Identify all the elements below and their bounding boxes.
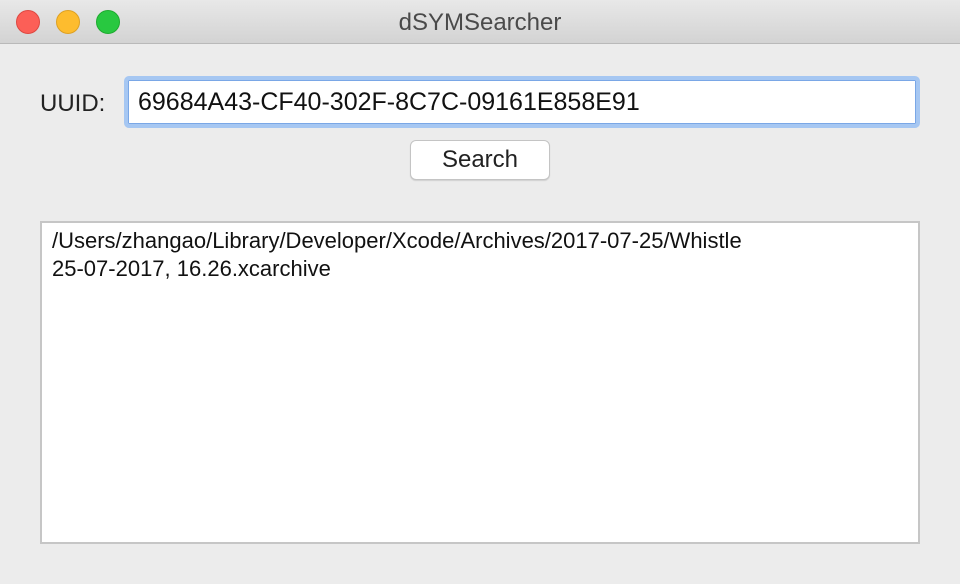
title-bar[interactable]: dSYMSearcher [0,0,960,44]
uuid-input[interactable] [124,76,920,128]
app-window: dSYMSearcher UUID: Search /Users/zhangao… [0,0,960,584]
uuid-label: UUID: [40,90,106,117]
search-button[interactable]: Search [410,140,550,180]
results-text-area[interactable]: /Users/zhangao/Library/Developer/Xcode/A… [40,221,920,544]
window-title: dSYMSearcher [398,9,562,36]
